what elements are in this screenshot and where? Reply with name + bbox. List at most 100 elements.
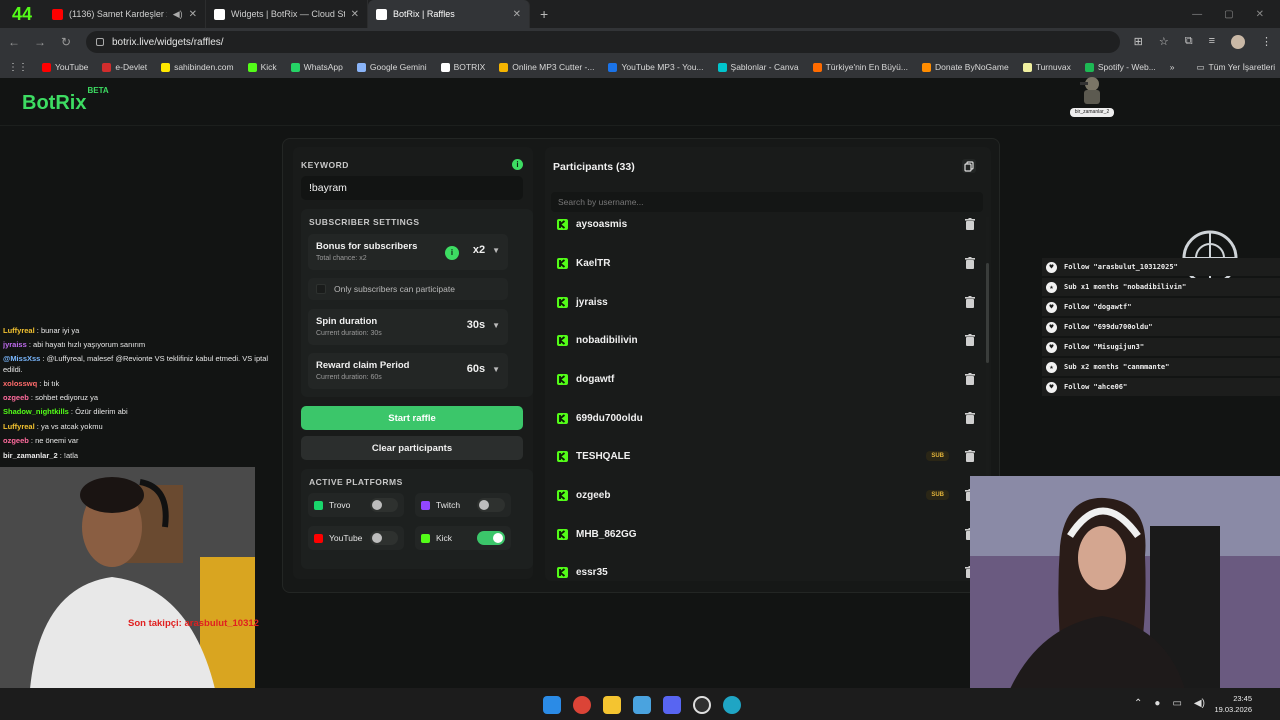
bonus-title: Bonus for subscribers [316,241,418,252]
active-platforms: ACTIVE PLATFORMS Trovo Twitch YouTube Ki… [301,469,533,569]
volume-icon[interactable]: ◀) [1194,698,1205,709]
forward-icon[interactable]: → [34,35,46,49]
participant-row: TESHQALE SUB [545,437,977,475]
bookmark-canva[interactable]: Şablonlar - Canva [717,62,799,72]
bookmark-sahibinden[interactable]: sahibinden.com [161,62,234,72]
trash-icon[interactable] [965,218,975,230]
network-icon[interactable]: ▭ [1172,698,1181,709]
trovo-toggle[interactable] [370,498,398,512]
bookmark-bynogame[interactable]: Donate ByNoGame [922,62,1009,72]
kick-toggle[interactable] [477,531,505,545]
close-window-icon[interactable]: ✕ [1256,9,1264,20]
minimize-icon[interactable]: — [1192,9,1202,20]
mp3-cutter-icon [499,62,509,72]
bookmark-kick[interactable]: Kick [247,62,277,72]
speaker-icon[interactable]: ◀) [173,9,183,20]
alert-text: Follow "dogawtf" [1064,303,1132,311]
new-tab-icon[interactable]: + [540,6,548,22]
clock-date: 19.03.2026 [1214,705,1252,714]
trash-icon[interactable] [965,412,975,424]
tab-raffles[interactable]: BotRix | Raffles ✕ [368,0,530,28]
youtube-toggle[interactable] [370,531,398,545]
apps-grid-icon[interactable]: ⋮⋮ [8,62,28,73]
info-icon[interactable]: i [512,159,523,170]
bookmark-youtube-mp3[interactable]: YouTube MP3 - You... [608,62,704,72]
chevron-up-icon[interactable]: ⌃ [1134,698,1142,709]
clear-participants-button[interactable]: Clear participants [301,436,523,460]
close-tab-icon[interactable]: ✕ [513,9,521,20]
close-tab-icon[interactable]: ✕ [189,9,197,20]
participant-row: nobadibilivin [545,321,977,359]
spin-duration-select[interactable]: 30s ▼ [467,319,500,331]
discord-icon[interactable] [663,696,681,714]
settings-app-icon[interactable] [633,696,651,714]
microphone-icon[interactable]: ● [1154,698,1160,709]
trash-icon[interactable] [965,450,975,462]
participant-name: dogawtf [576,373,615,385]
all-bookmarks[interactable]: » ▭ Tüm Yer İşaretleri [1170,62,1275,73]
tab-youtube[interactable]: (1136) Samet Kardeşler x Sa ◀) ✕ [44,0,206,28]
scrollbar-thumb[interactable] [986,263,989,363]
chevron-right-icon[interactable]: » [1170,62,1175,72]
only-subscribers-option[interactable]: Only subscribers can participate [308,278,508,300]
tab-widgets[interactable]: Widgets | BotRix — Cloud Strea ✕ [206,0,368,28]
bookmark-turnuvax[interactable]: Turnuvax [1022,62,1071,72]
edevlet-icon [102,62,112,72]
info-icon[interactable]: i [445,246,459,260]
menu-icon[interactable]: ⋮ [1261,35,1272,49]
only-subscribers-checkbox[interactable] [316,284,326,294]
edge-icon[interactable] [723,696,741,714]
twitch-toggle[interactable] [477,498,505,512]
chat-text: : @Luffyreal, malesef @Revionte VS tekli… [40,354,269,363]
copy-icon[interactable] [961,158,977,174]
chat-username: bir_zamanlar_2 [3,451,58,460]
trash-icon[interactable] [965,296,975,308]
trash-icon[interactable] [965,257,975,269]
participant-name: nobadibilivin [576,334,638,346]
kick-icon [557,373,568,385]
bookmark-gemini[interactable]: Google Gemini [356,62,427,72]
reward-period-select[interactable]: 60s ▼ [467,363,500,375]
close-tab-icon[interactable]: ✕ [351,9,359,20]
chat-text: : sohbet ediyoruz ya [28,393,99,402]
bynogame-icon [922,62,931,72]
spin-title: Spin duration [316,316,378,327]
maximize-icon[interactable]: ▢ [1224,9,1233,20]
url-input[interactable]: botrix.live/widgets/raffles/ [86,31,1120,53]
bookmark-youtube[interactable]: YouTube [42,62,88,72]
bookmark-mp3-cutter[interactable]: Online MP3 Cutter -... [499,62,594,72]
file-explorer-icon[interactable] [603,696,621,714]
bookmark-botrix[interactable]: BOTRIX [440,62,485,72]
profile-avatar[interactable] [1231,35,1245,49]
start-raffle-button[interactable]: Start raffle [301,406,523,430]
chat-text: : ya vs atcak yokmu [34,422,103,431]
chrome-icon[interactable] [573,696,591,714]
chat-message: @MissXss : @Luffyreal, malesef @Revionte… [3,354,298,363]
reload-icon[interactable]: ↻ [60,35,72,49]
botrix-logo[interactable]: BotRixBETA [22,86,109,115]
bonus-select[interactable]: x2 ▼ [473,244,500,256]
trash-icon[interactable] [965,373,975,385]
browser-tab-strip: 44 (1136) Samet Kardeşler x Sa ◀) ✕ Widg… [0,0,1280,28]
heart-icon: ♥ [1046,341,1057,353]
kick-tab-counter[interactable]: 44 [0,0,44,28]
chat-username: ozgeeb [3,393,29,402]
window-controls: — ▢ ✕ [1192,9,1280,20]
bookmark-edevlet[interactable]: e-Devlet [102,62,147,72]
obs-icon[interactable] [693,696,711,714]
taskbar-apps [543,696,741,714]
keyword-input[interactable]: !bayram [301,176,523,200]
site-info-icon[interactable] [96,38,104,46]
trash-icon[interactable] [965,334,975,346]
back-icon[interactable]: ← [8,35,20,49]
bookmark-whatsapp[interactable]: WhatsApp [290,62,343,72]
extensions-icon[interactable]: ⧉ [1185,35,1193,49]
windows-start-icon[interactable] [543,696,561,714]
taskbar-clock[interactable]: 23:45 19.03.2026 [1214,693,1252,715]
translate-icon[interactable]: ⊞ [1134,35,1143,49]
turnuvax-icon [1022,62,1032,72]
bookmark-turkiye[interactable]: Türkiye'nin En Büyü... [812,62,908,72]
shop-icon [812,62,822,72]
reading-list-icon[interactable]: ≡ [1209,35,1215,49]
bookmark-star-icon[interactable]: ☆ [1159,35,1169,49]
